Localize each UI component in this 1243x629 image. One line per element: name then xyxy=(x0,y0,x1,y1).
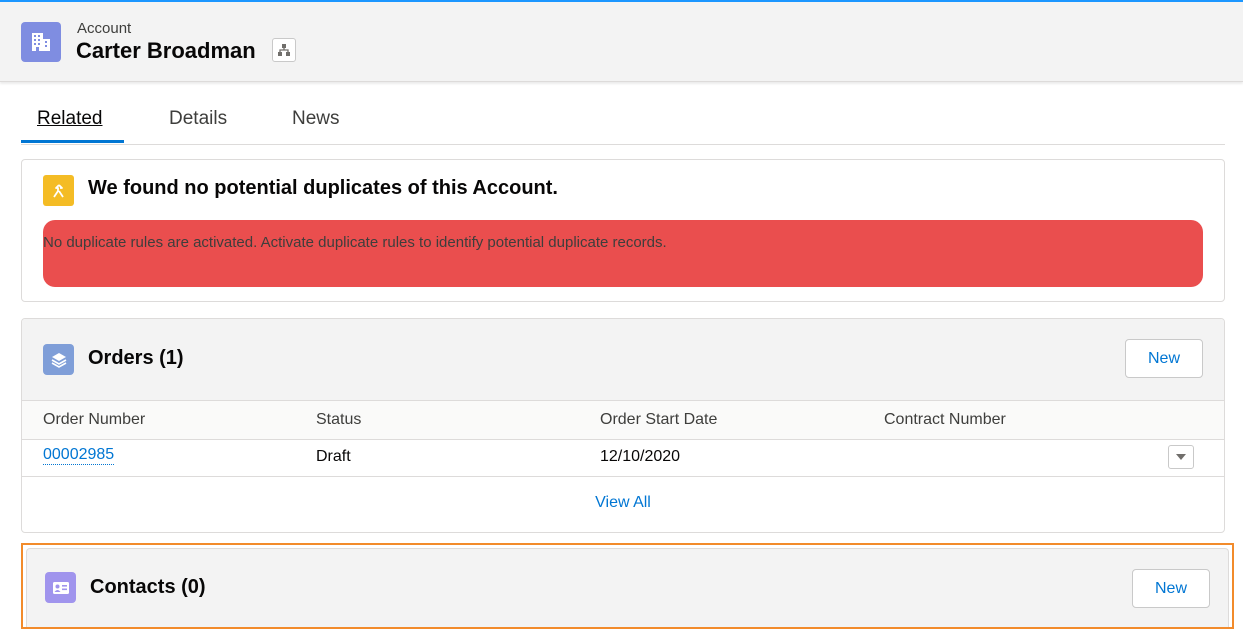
contact-card-icon xyxy=(45,572,76,603)
new-order-button[interactable]: New xyxy=(1125,339,1203,378)
duplicate-check-card: We found no potential duplicates of this… xyxy=(21,159,1225,302)
building-icon xyxy=(21,22,61,62)
record-tabs: Related Details News xyxy=(21,104,1225,145)
hierarchy-icon xyxy=(278,44,290,56)
row-actions-button[interactable] xyxy=(1168,445,1194,469)
column-header[interactable]: Order Number xyxy=(43,411,145,429)
order-status: Draft xyxy=(316,448,351,465)
object-type-label: Account xyxy=(77,20,132,37)
stack-icon xyxy=(43,344,74,375)
view-all-link[interactable]: View All xyxy=(22,494,1224,512)
duplicate-message: No duplicate rules are activated. Activa… xyxy=(43,234,667,251)
tab-news[interactable]: News xyxy=(292,108,340,130)
record-title: Carter Broadman xyxy=(76,38,256,63)
contacts-related-list: Contacts (0) New xyxy=(26,548,1229,627)
record-header: Account Carter Broadman xyxy=(0,2,1243,82)
contacts-title[interactable]: Contacts (0) xyxy=(90,576,206,599)
orders-table-header: Order Number Status Order Start Date Con… xyxy=(22,400,1224,440)
contacts-highlight: Contacts (0) New xyxy=(21,543,1234,629)
table-row: 00002985 Draft 12/10/2020 xyxy=(22,440,1224,477)
tab-related[interactable]: Related xyxy=(37,108,103,130)
order-number-link[interactable]: 00002985 xyxy=(43,446,115,465)
column-header[interactable]: Status xyxy=(316,411,361,429)
orders-related-list: Orders (1) New Order Number Status Order… xyxy=(21,318,1225,533)
column-header[interactable]: Order Start Date xyxy=(600,411,717,429)
chevron-down-icon xyxy=(1176,454,1186,460)
duplicate-alert: No duplicate rules are activated. Activa… xyxy=(43,220,1203,287)
new-contact-button[interactable]: New xyxy=(1132,569,1210,608)
active-tab-indicator xyxy=(21,140,124,143)
orders-title[interactable]: Orders (1) xyxy=(88,347,184,370)
duplicate-title: We found no potential duplicates of this… xyxy=(88,177,558,199)
merge-icon xyxy=(43,175,74,206)
hierarchy-button[interactable] xyxy=(272,38,296,62)
column-header[interactable]: Contract Number xyxy=(884,411,1006,429)
order-start-date: 12/10/2020 xyxy=(600,448,681,465)
tab-details[interactable]: Details xyxy=(169,108,227,130)
orders-card-header: Orders (1) New xyxy=(22,319,1224,400)
